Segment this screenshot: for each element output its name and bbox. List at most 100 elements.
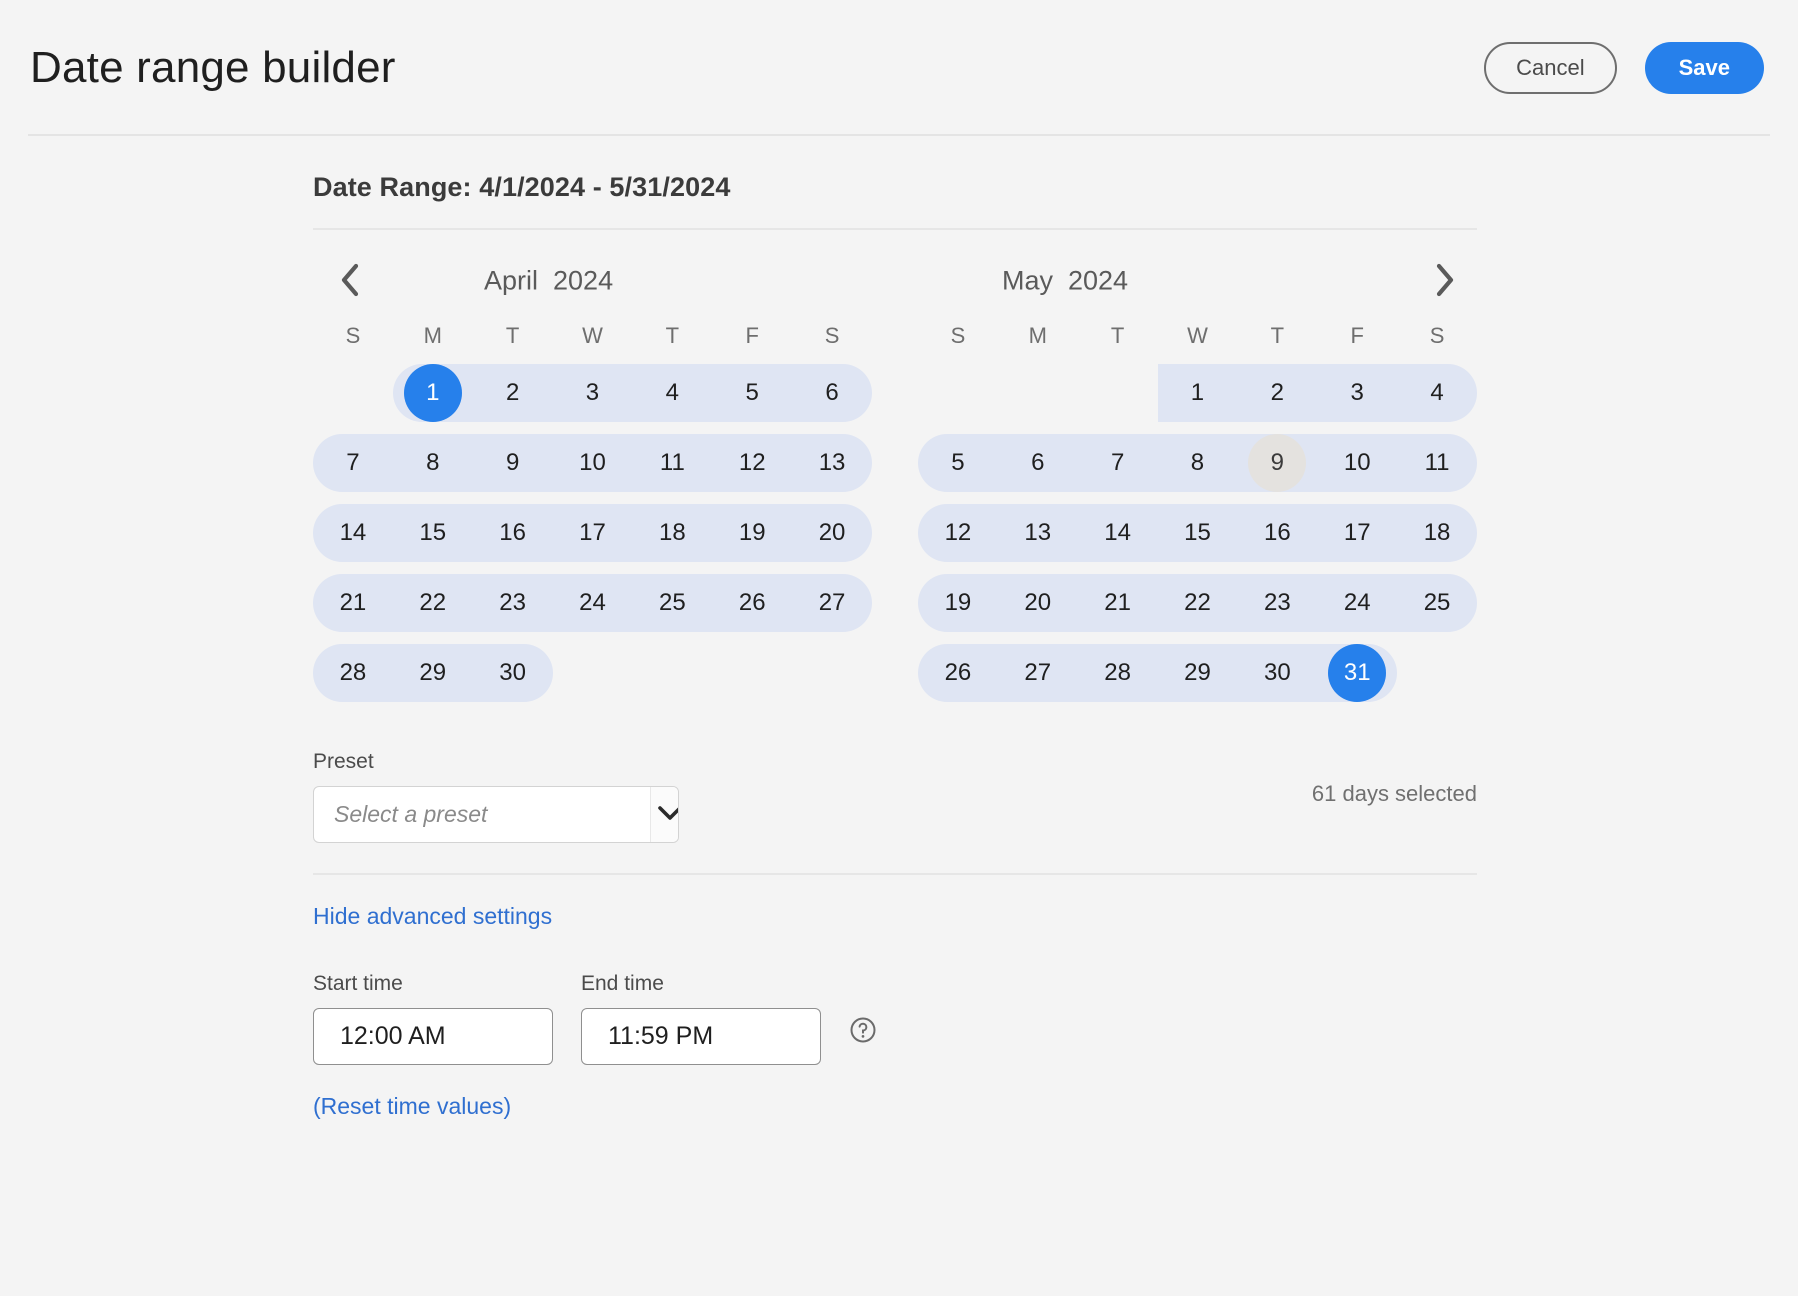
- day-cell[interactable]: 21: [1078, 568, 1158, 638]
- day-number: 20: [1024, 589, 1052, 616]
- day-cell[interactable]: 11: [1397, 428, 1477, 498]
- hide-advanced-settings-link[interactable]: Hide advanced settings: [313, 903, 552, 930]
- day-number: 15: [419, 519, 447, 546]
- week-row: 26 27 28 29 30 31: [918, 638, 1477, 708]
- day-number: 30: [499, 659, 526, 686]
- week-row: 12 13 14 15 16 17 18: [918, 498, 1477, 568]
- day-cell[interactable]: 20: [998, 568, 1078, 638]
- day-cell[interactable]: 7: [1078, 428, 1158, 498]
- day-number: 16: [1263, 519, 1291, 546]
- days-selected-label: 61 days selected: [1311, 781, 1477, 806]
- day-cell[interactable]: 11: [632, 428, 712, 498]
- day-cell[interactable]: 30: [473, 638, 553, 708]
- day-cell[interactable]: 23: [1237, 568, 1317, 638]
- day-cell[interactable]: 6: [998, 428, 1078, 498]
- day-cell[interactable]: 6: [792, 358, 872, 428]
- day-cell[interactable]: 25: [632, 568, 712, 638]
- day-cell[interactable]: 8: [393, 428, 473, 498]
- date-range-builder-dialog: Date range builder Cancel Save Date Rang…: [0, 0, 1798, 1296]
- day-cell[interactable]: 19: [918, 568, 998, 638]
- day-number: 13: [1024, 519, 1052, 546]
- day-cell[interactable]: 4: [1397, 358, 1477, 428]
- previous-month-button[interactable]: [327, 259, 371, 303]
- cancel-button[interactable]: Cancel: [1484, 42, 1617, 94]
- day-cell[interactable]: 16: [1237, 498, 1317, 568]
- calendar-navigation-header: April 2024 May 2024: [313, 248, 1477, 314]
- day-cell[interactable]: 5: [712, 358, 792, 428]
- day-cell[interactable]: 17: [553, 498, 633, 568]
- day-cell[interactable]: 18: [1397, 498, 1477, 568]
- day-cell[interactable]: 23: [473, 568, 553, 638]
- day-cell[interactable]: 28: [1078, 638, 1158, 708]
- reset-time-values-link[interactable]: (Reset time values): [313, 1093, 511, 1120]
- start-time-group: Start time: [313, 972, 553, 1065]
- weekday-header-row: SMTWTFS: [918, 314, 1477, 358]
- save-button[interactable]: Save: [1644, 42, 1764, 94]
- day-cell[interactable]: 29: [1158, 638, 1238, 708]
- day-number: 23: [1263, 589, 1291, 616]
- month-may: S M T W T F S 1 2 3 4 5 6 7 8 9 10 11 12 13 14 15 16 17 18 19 20 21…: [918, 314, 1477, 708]
- day-cell[interactable]: 5: [918, 428, 998, 498]
- end-time-input[interactable]: [581, 1008, 821, 1065]
- day-cell[interactable]: 12: [712, 428, 792, 498]
- day-cell[interactable]: 4: [632, 358, 712, 428]
- preset-dropdown-button[interactable]: [650, 787, 678, 842]
- day-cell[interactable]: 30: [1237, 638, 1317, 708]
- day-cell[interactable]: 26: [918, 638, 998, 708]
- day-cell[interactable]: 2: [1237, 358, 1317, 428]
- day-cell[interactable]: 9: [473, 428, 553, 498]
- day-cell[interactable]: 10: [553, 428, 633, 498]
- day-number: 27: [1024, 659, 1052, 686]
- day-cell[interactable]: 10: [1317, 428, 1397, 498]
- day-cell-empty: [632, 638, 712, 708]
- day-cell[interactable]: 22: [393, 568, 473, 638]
- day-cell[interactable]: 7: [313, 428, 393, 498]
- preset-input[interactable]: [314, 787, 650, 842]
- start-time-input[interactable]: [313, 1008, 553, 1065]
- day-number: 28: [339, 659, 367, 686]
- day-cell[interactable]: 28: [313, 638, 393, 708]
- day-cell[interactable]: 15: [393, 498, 473, 568]
- end-time-group: End time: [581, 972, 821, 1065]
- day-cell[interactable]: 18: [632, 498, 712, 568]
- day-cell-empty: [712, 638, 792, 708]
- day-cell[interactable]: 31: [1317, 638, 1397, 708]
- day-cell[interactable]: 1: [393, 358, 473, 428]
- day-number: 6: [1031, 449, 1045, 476]
- day-cell[interactable]: 12: [918, 498, 998, 568]
- day-cell[interactable]: 24: [553, 568, 633, 638]
- day-number: 2: [1270, 379, 1285, 406]
- day-cell[interactable]: 3: [553, 358, 633, 428]
- day-cell[interactable]: 14: [1078, 498, 1158, 568]
- day-cell[interactable]: 1: [1158, 358, 1238, 428]
- day-cell[interactable]: 19: [712, 498, 792, 568]
- dialog-header: Date range builder Cancel Save: [0, 0, 1798, 136]
- day-cell-empty: [313, 358, 393, 428]
- day-cell[interactable]: 13: [998, 498, 1078, 568]
- day-cell[interactable]: 2: [473, 358, 553, 428]
- weekday-0: S: [950, 323, 966, 348]
- day-cell[interactable]: 22: [1158, 568, 1238, 638]
- day-cell[interactable]: 3: [1317, 358, 1397, 428]
- day-cell[interactable]: 17: [1317, 498, 1397, 568]
- preset-combobox[interactable]: [313, 786, 679, 843]
- time-help-button[interactable]: [849, 1016, 877, 1065]
- day-cell[interactable]: 24: [1317, 568, 1397, 638]
- day-cell[interactable]: 9: [1237, 428, 1317, 498]
- day-cell[interactable]: 25: [1397, 568, 1477, 638]
- week-row: 21 22 23 24 25 26 27: [313, 568, 872, 638]
- day-cell[interactable]: 26: [712, 568, 792, 638]
- next-month-button[interactable]: [1423, 259, 1467, 303]
- day-cell[interactable]: 8: [1158, 428, 1238, 498]
- day-cell[interactable]: 29: [393, 638, 473, 708]
- day-cell[interactable]: 20: [792, 498, 872, 568]
- day-cell[interactable]: 21: [313, 568, 393, 638]
- day-cell[interactable]: 13: [792, 428, 872, 498]
- day-cell[interactable]: 15: [1158, 498, 1238, 568]
- day-cell[interactable]: 16: [473, 498, 553, 568]
- day-number: 11: [659, 449, 685, 476]
- weekday-0: S: [345, 323, 361, 348]
- day-cell[interactable]: 27: [998, 638, 1078, 708]
- day-cell[interactable]: 27: [792, 568, 872, 638]
- day-cell[interactable]: 14: [313, 498, 393, 568]
